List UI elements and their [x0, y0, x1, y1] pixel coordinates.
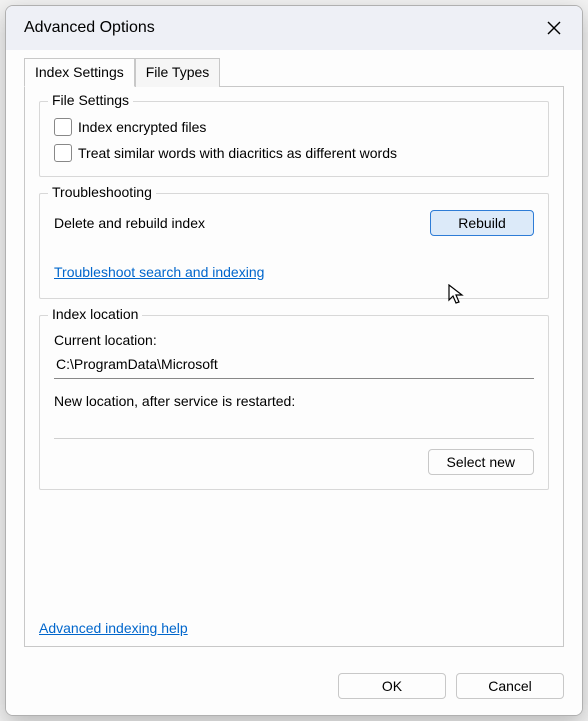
group-legend: Troubleshooting — [48, 184, 156, 200]
checkbox-row-diacritics: Treat similar words with diacritics as d… — [54, 144, 534, 162]
troubleshoot-link[interactable]: Troubleshoot search and indexing — [54, 264, 264, 280]
current-location-label: Current location: — [54, 332, 534, 348]
close-button[interactable] — [538, 14, 570, 42]
current-location-value: C:\ProgramData\Microsoft — [54, 352, 534, 379]
diacritics-label: Treat similar words with diacritics as d… — [78, 145, 397, 161]
ok-button[interactable]: OK — [338, 673, 446, 699]
group-legend: Index location — [48, 306, 142, 322]
rebuild-button[interactable]: Rebuild — [430, 210, 534, 236]
group-troubleshooting: Troubleshooting Delete and rebuild index… — [39, 193, 549, 299]
tab-strip: Index Settings File Types — [24, 58, 564, 86]
cancel-button[interactable]: Cancel — [456, 673, 564, 699]
tab-file-types[interactable]: File Types — [135, 58, 221, 87]
new-location-value — [54, 413, 534, 439]
new-location-label: New location, after service is restarted… — [54, 393, 534, 409]
checkbox-row-encrypt: Index encrypted files — [54, 118, 534, 136]
advanced-help-link[interactable]: Advanced indexing help — [39, 620, 188, 636]
group-file-settings: File Settings Index encrypted files Trea… — [39, 101, 549, 177]
diacritics-checkbox[interactable] — [54, 144, 72, 162]
rebuild-row: Delete and rebuild index Rebuild — [54, 210, 534, 236]
dialog-title: Advanced Options — [24, 19, 155, 37]
tab-panel-index-settings: File Settings Index encrypted files Trea… — [24, 86, 564, 647]
encrypt-checkbox[interactable] — [54, 118, 72, 136]
titlebar: Advanced Options — [6, 6, 582, 50]
dialog-content: Index Settings File Types File Settings … — [6, 50, 582, 661]
dialog-window: Advanced Options Index Settings File Typ… — [5, 5, 583, 716]
encrypt-label: Index encrypted files — [78, 119, 206, 135]
group-index-location: Index location Current location: C:\Prog… — [39, 315, 549, 490]
select-new-button[interactable]: Select new — [428, 449, 534, 475]
dialog-footer: OK Cancel — [6, 661, 582, 715]
close-icon — [547, 21, 561, 35]
rebuild-label: Delete and rebuild index — [54, 215, 205, 231]
tab-index-settings[interactable]: Index Settings — [24, 58, 135, 87]
group-legend: File Settings — [48, 92, 133, 108]
